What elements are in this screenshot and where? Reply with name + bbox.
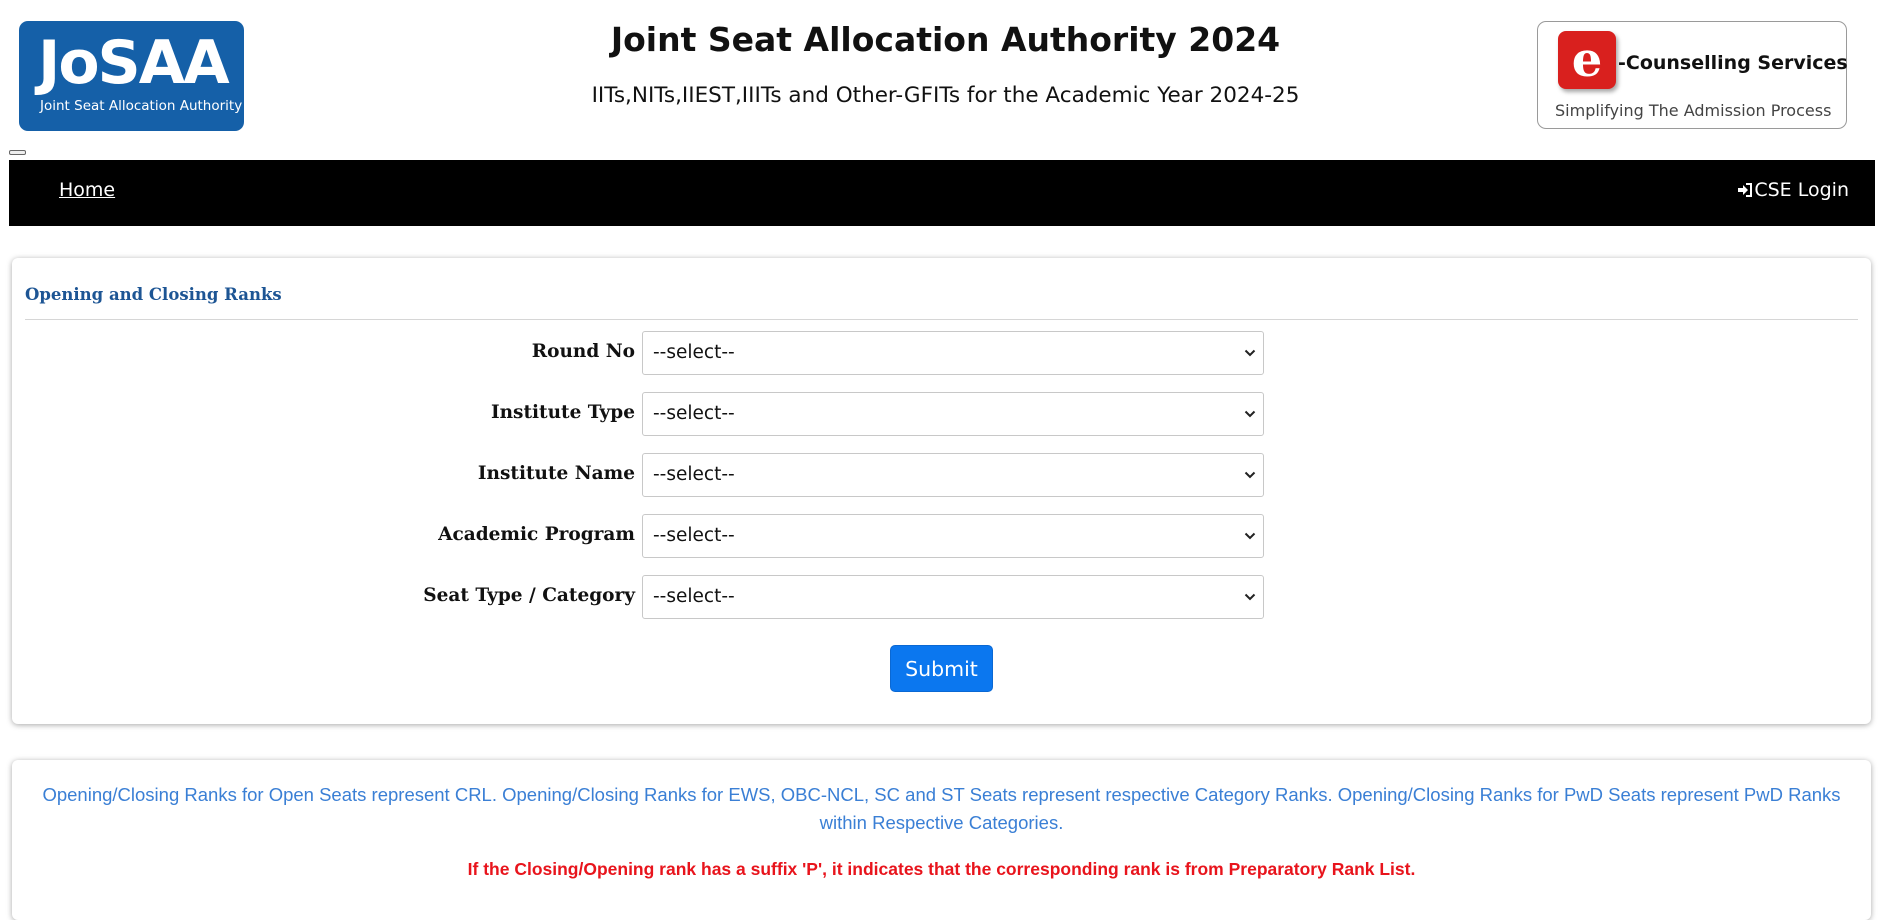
institute-type-select[interactable]: --select-- (642, 392, 1264, 436)
sign-in-icon (1738, 183, 1753, 197)
academic-program-value: --select-- (653, 525, 735, 546)
round-no-label: Round No (531, 341, 635, 362)
page-header: JoSAA Joint Seat Allocation Authority Jo… (0, 0, 1891, 160)
round-no-row: Round No --select-- (12, 331, 1871, 375)
navbar-toggle-button[interactable] (9, 150, 26, 155)
ranks-form-card: Opening and Closing Ranks Round No --sel… (12, 258, 1871, 724)
academic-program-select[interactable]: --select-- (642, 514, 1264, 558)
institute-name-label: Institute Name (477, 463, 635, 484)
institute-name-value: --select-- (653, 464, 735, 485)
cse-login-link[interactable]: CSE Login (1737, 179, 1849, 201)
academic-program-label: Academic Program (438, 524, 635, 545)
institute-name-select[interactable]: --select-- (642, 453, 1264, 497)
ranks-info-note: Opening/Closing Ranks for Open Seats rep… (42, 784, 1841, 833)
round-no-value: --select-- (653, 342, 735, 363)
institute-type-value: --select-- (653, 403, 735, 424)
seat-type-row: Seat Type / Category --select-- (12, 575, 1871, 619)
chevron-down-icon (1244, 349, 1256, 357)
e-counselling-icon: e (1558, 31, 1616, 89)
heading-divider (25, 319, 1858, 320)
nav-home-link[interactable]: Home (59, 179, 115, 201)
info-card: Opening/Closing Ranks for Open Seats rep… (12, 760, 1871, 920)
institute-name-row: Institute Name --select-- (12, 453, 1871, 497)
seat-type-select[interactable]: --select-- (642, 575, 1264, 619)
chevron-down-icon (1244, 410, 1256, 418)
submit-button[interactable]: Submit (890, 645, 993, 692)
institute-type-label: Institute Type (490, 402, 635, 423)
top-navbar: Home CSE Login (9, 160, 1875, 226)
form-heading: Opening and Closing Ranks (25, 285, 282, 304)
academic-program-row: Academic Program --select-- (12, 514, 1871, 558)
seat-type-value: --select-- (653, 586, 735, 607)
e-counselling-logo[interactable]: e -Counselling Services Simplifying The … (1537, 21, 1848, 129)
seat-type-label: Seat Type / Category (423, 585, 635, 606)
e-counselling-tagline: Simplifying The Admission Process (1555, 101, 1832, 120)
chevron-down-icon (1244, 471, 1256, 479)
e-counselling-title: -Counselling Services (1618, 52, 1848, 74)
round-no-select[interactable]: --select-- (642, 331, 1264, 375)
chevron-down-icon (1244, 593, 1256, 601)
institute-type-row: Institute Type --select-- (12, 392, 1871, 436)
chevron-down-icon (1244, 532, 1256, 540)
preparatory-rank-warning: If the Closing/Opening rank has a suffix… (467, 859, 1416, 879)
cse-login-label: CSE Login (1754, 179, 1849, 201)
